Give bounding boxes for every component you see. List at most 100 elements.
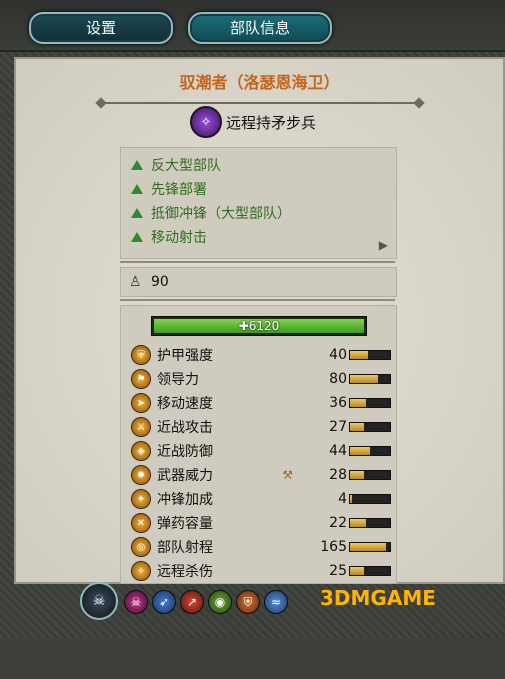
unit-class-label: 远程持矛步兵 [226,113,317,132]
stat-value: 27 [329,419,347,435]
stat-label: 移动速度 [157,396,213,412]
leadership-icon: ⚑ [131,369,151,389]
shield-ability-icon[interactable]: ⛨ [236,590,260,614]
tab-settings[interactable]: 设置 [29,12,173,44]
attribute-item[interactable]: 抵御冲锋（大型部队） [131,202,291,224]
stat-label: 弹药容量 [157,516,213,532]
stat-row[interactable]: ◈ 近战防御 44 [131,440,391,462]
unit-ability-icon[interactable]: ☠ [80,582,118,620]
stat-bar [349,350,391,360]
stat-label: 冲锋加成 [157,492,213,508]
stat-bar-fill [350,471,364,479]
stat-bar-fill [350,351,368,359]
eye-ability-icon[interactable]: ◉ [208,590,232,614]
attribute-label: 先锋部署 [151,182,207,198]
stat-value: 4 [338,491,347,507]
stat-bar-fill [350,519,366,527]
stat-bar [349,374,391,384]
attributes-panel: 反大型部队 先锋部署 抵御冲锋（大型部队） 移动射击 ▶ [120,147,397,259]
stat-label: 护甲强度 [157,348,213,364]
stat-row[interactable]: ➤ 移动速度 36 [131,392,391,414]
speed-icon: ➤ [131,393,151,413]
stat-bar [349,470,391,480]
skull-ability-icon[interactable]: ☠ [124,590,148,614]
stat-bar-fill [350,423,364,431]
more-arrow-icon[interactable]: ▶ [379,238,388,252]
stat-value: 36 [329,395,347,411]
stat-bar [349,446,391,456]
ranged-spear-class-icon: ✧ [190,106,222,138]
stats-panel: ✚6120 ⛨ 护甲强度 40 ⚑ 领导力 80 ➤ 移动速度 36 ⚔ 近战攻击 27 ◈ 近战防御 44… [120,305,397,584]
triangle-up-icon [131,160,143,170]
stat-row[interactable]: ✦ 冲锋加成 4 [131,488,391,510]
stat-bar-fill [350,447,370,455]
melee-attack-icon: ⚔ [131,417,151,437]
stat-bar [349,494,391,504]
stat-value: 40 [329,347,347,363]
stat-value: 22 [329,515,347,531]
stat-label: 近战防御 [157,444,213,460]
missile-damage-icon: ✧ [131,561,151,581]
unit-size-value: 90 [151,274,169,290]
ability-bar [96,641,326,679]
divider [120,261,395,263]
stat-bar-fill [350,567,364,575]
stat-bar [349,542,391,552]
weapon-modifier-icon: ⚒ [282,468,293,482]
health-value: ✚6120 [238,319,280,333]
ability-icons: ☠ ☠ ➶ ↗ ◉ ⛨ ≈ [80,582,310,620]
unit-name: 驭潮者（洛瑟恩海卫） [179,73,340,92]
stat-label: 领导力 [157,372,199,388]
stat-label: 远程杀伤 [157,564,213,580]
health-bar: ✚6120 [151,316,367,336]
divider [120,299,395,301]
stat-row[interactable]: ✕ 弹药容量 22 [131,512,391,534]
stat-row[interactable]: ◎ 部队射程 165 [131,536,391,558]
unit-class: ✧ 远程持矛步兵 [190,106,316,138]
triangle-up-icon [131,184,143,194]
armor-icon: ⛨ [131,345,151,365]
stat-value: 165 [320,539,347,555]
wave-ability-icon[interactable]: ≈ [264,590,288,614]
range-icon: ◎ [131,537,151,557]
attribute-item[interactable]: 移动射击 [131,226,207,248]
spear-ability-icon[interactable]: ➶ [152,590,176,614]
stat-bar-fill [350,495,352,503]
melee-defence-icon: ◈ [131,441,151,461]
stat-bar [349,566,391,576]
stat-row[interactable]: ⛨ 护甲强度 40 [131,344,391,366]
attribute-item[interactable]: 先锋部署 [131,178,207,200]
stat-value: 44 [329,443,347,459]
tab-bar: 设置 部队信息 [0,0,505,52]
stat-bar [349,518,391,528]
triangle-up-icon [131,208,143,218]
stat-value: 28 [329,467,347,483]
stat-bar [349,422,391,432]
attribute-item[interactable]: 反大型部队 [131,154,221,176]
charge-ability-icon[interactable]: ↗ [180,590,204,614]
stat-row[interactable]: ⚔ 近战攻击 27 [131,416,391,438]
attribute-label: 移动射击 [151,230,207,246]
charge-bonus-icon: ✦ [131,489,151,509]
tab-unit-info[interactable]: 部队信息 [188,12,332,44]
unit-size-row: ♙ 90 [120,267,397,297]
soldier-icon: ♙ [129,274,142,290]
attribute-label: 抵御冲锋（大型部队） [151,206,291,222]
stat-bar [349,398,391,408]
stat-row[interactable]: ✹ 武器威力 ⚒ 28 [131,464,391,486]
stat-bar-fill [350,399,366,407]
stat-value: 25 [329,563,347,579]
weapon-strength-icon: ✹ [131,465,151,485]
stat-row[interactable]: ✧ 远程杀伤 25 [131,560,391,582]
title-divider [101,102,419,104]
stat-bar-fill [350,543,386,551]
attribute-label: 反大型部队 [151,158,221,174]
stat-row[interactable]: ⚑ 领导力 80 [131,368,391,390]
stat-label: 近战攻击 [157,420,213,436]
unit-card: 驭潮者（洛瑟恩海卫） ✧ 远程持矛步兵 反大型部队 先锋部署 抵御冲锋（大型部队… [14,57,505,584]
stat-label: 武器威力 [157,468,213,484]
watermark: 3DMGAME [320,586,436,610]
ammunition-icon: ✕ [131,513,151,533]
stat-bar-fill [350,375,378,383]
stat-value: 80 [329,371,347,387]
